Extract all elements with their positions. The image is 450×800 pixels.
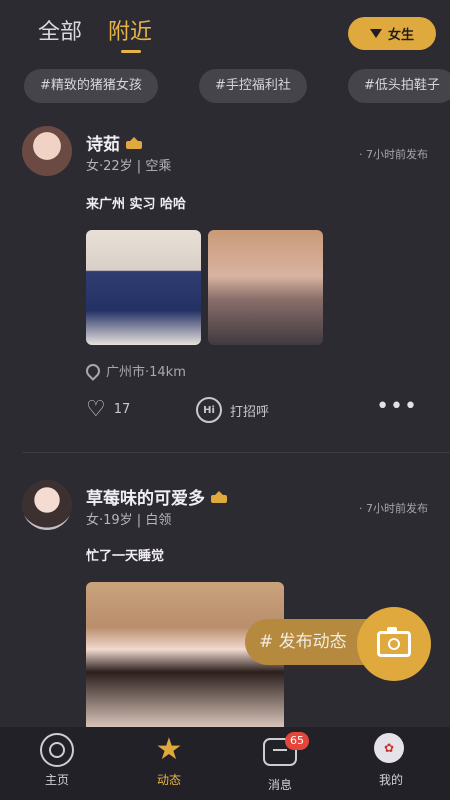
star-icon: ★ [155,732,183,767]
location-pin-icon [83,360,103,381]
post-photo[interactable] [208,230,323,345]
user-meta: 女·22岁 | 空乘 [86,159,172,174]
home-icon [40,733,74,767]
user-name-row: 诗茹 [86,130,142,155]
tab-nearby[interactable]: 附近 [108,14,152,46]
more-options-icon[interactable]: ••• [376,394,418,419]
nav-mine-label: 我的 [378,773,403,787]
location-text: 广州市·14km [106,365,186,380]
topic-tag[interactable]: #手控福利社 [199,69,307,103]
nav-moments-label: 动态 [156,773,181,787]
vip-crown-icon [211,490,227,503]
user-name-row: 草莓味的可爱多 [86,484,227,509]
post-text: 忙了一天睡觉 [86,549,165,564]
nav-home[interactable]: 主页 [12,733,102,788]
heart-icon: ♡ [86,397,106,422]
vip-crown-icon [126,136,142,149]
user-name[interactable]: 诗茹 [86,130,120,155]
post-photo[interactable] [86,230,201,345]
dropdown-triangle-icon [369,29,382,38]
location: 广州市·14km [83,360,186,381]
bottom-nav: 主页 ★ 动态 65 消息 ✿ 我的 [0,727,450,800]
user-meta: 女·19岁 | 白领 [86,513,172,528]
gender-filter-button[interactable]: 女生 [348,17,436,50]
top-bar: 全部 附近 女生 [0,0,450,58]
active-tab-indicator [121,50,141,53]
profile-icon: ✿ [374,733,404,763]
hi-icon: Hi [196,397,222,423]
user-name[interactable]: 草莓味的可爱多 [86,484,205,509]
post-time: · 7小时前发布 [359,148,428,161]
topic-tag[interactable]: #精致的猪猪女孩 [24,69,158,103]
avatar[interactable] [22,480,72,530]
post-time: · 7小时前发布 [359,502,428,515]
nav-messages-label: 消息 [267,778,292,792]
gender-filter-label: 女生 [387,28,414,43]
post-text: 来广州 实习 哈哈 [86,197,187,212]
greet-label: 打招呼 [230,404,270,420]
camera-button[interactable] [357,607,431,681]
nav-moments[interactable]: ★ 动态 [124,733,214,788]
topic-tag[interactable]: #低头拍鞋子 [348,69,450,103]
avatar[interactable] [22,126,72,176]
post-card[interactable]: 诗茹 女·22岁 | 空乘 · 7小时前发布 来广州 实习 哈哈 广州市·14k… [0,118,450,453]
publish-post-button[interactable]: # 发布动态 [245,607,431,683]
nav-mine[interactable]: ✿ 我的 [346,733,436,788]
tab-all[interactable]: 全部 [38,14,82,46]
camera-icon [377,627,411,657]
topic-tag-row[interactable]: #精致的猪猪女孩 #手控福利社 #低头拍鞋子 [0,67,450,107]
post-card[interactable]: 草莓味的可爱多 女·19岁 | 白领 · 7小时前发布 忙了一天睡觉 [0,472,450,732]
nav-home-label: 主页 [44,773,69,787]
nav-messages[interactable]: 65 消息 [235,732,325,793]
unread-badge: 65 [285,732,309,750]
divider [22,452,450,453]
like-count: 17 [113,402,131,417]
like-button[interactable]: ♡ 17 [86,397,130,422]
greet-button[interactable]: Hi 打招呼 [196,397,269,423]
